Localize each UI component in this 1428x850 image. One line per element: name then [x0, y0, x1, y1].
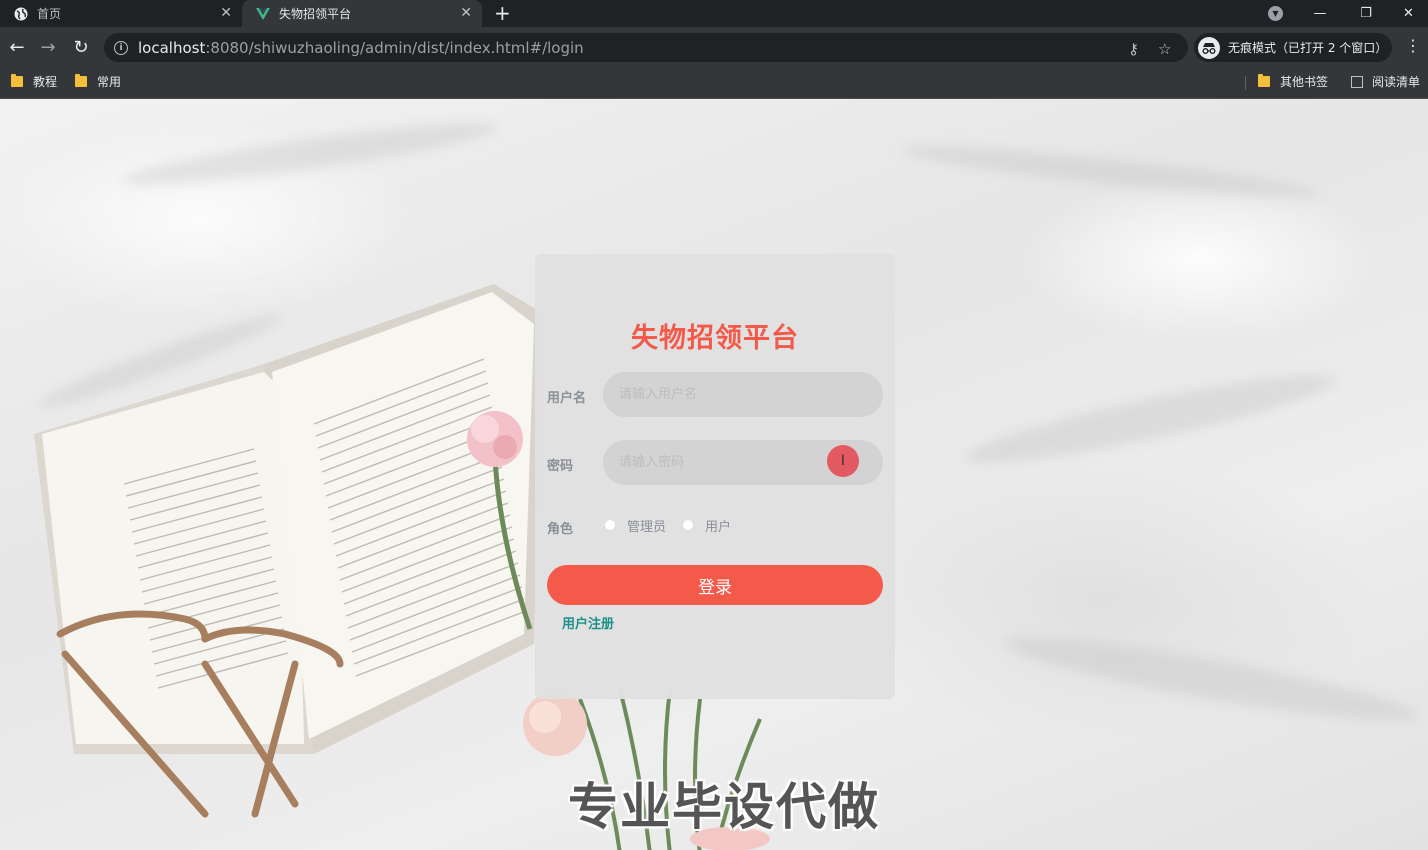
role-label: 角色: [547, 522, 574, 537]
username-input[interactable]: [603, 372, 883, 417]
reload-icon[interactable]: ↻: [69, 35, 93, 59]
login-title: 失物招领平台: [631, 323, 799, 354]
tab-home[interactable]: 首页 ✕: [0, 0, 242, 27]
reading-list[interactable]: 阅读清单: [1351, 73, 1420, 90]
bookmarks-bar: 教程 常用 其他书签 阅读清单: [0, 67, 1428, 99]
bookmark-folder-common[interactable]: 常用: [75, 73, 121, 90]
tab-active[interactable]: 失物招领平台 ✕: [242, 0, 482, 27]
sheet-fold: [899, 137, 1321, 207]
text-cursor-icon: I: [827, 445, 859, 477]
tab-search-icon[interactable]: ▼: [1268, 6, 1283, 21]
bookmark-label: 其他书签: [1280, 75, 1329, 89]
url-host: localhost: [138, 38, 206, 57]
folder-icon: [1258, 74, 1270, 87]
tab-title: 首页: [37, 7, 62, 21]
back-arrow-icon[interactable]: ←: [5, 35, 29, 59]
close-icon[interactable]: ✕: [460, 5, 472, 21]
star-icon[interactable]: ☆: [1158, 40, 1171, 58]
window-close-icon[interactable]: ✕: [1389, 0, 1428, 27]
role-user-label[interactable]: 用户: [705, 516, 731, 535]
incognito-label: 无痕模式（已打开 2 个窗口）: [1228, 41, 1388, 55]
login-card: 失物招领平台 用户名 密码 I 角色 管理员 用户 登录 用户注册: [535, 254, 895, 699]
folder-icon: [75, 74, 87, 87]
rose-flower-image: [467, 411, 533, 630]
tab-title: 失物招领平台: [279, 7, 352, 21]
bookmark-separator: [1245, 76, 1246, 90]
restore-icon[interactable]: ❐: [1343, 0, 1389, 27]
watermark-text: 专业毕设代做: [568, 778, 880, 836]
sheet-fold: [119, 112, 501, 196]
site-info-icon[interactable]: i: [114, 40, 128, 55]
vue-logo-icon: [256, 7, 270, 21]
address-bar[interactable]: i localhost:8080/shiwuzhaoling/admin/dis…: [104, 33, 1188, 62]
incognito-badge[interactable]: 无痕模式（已打开 2 个窗口）: [1194, 33, 1392, 62]
folder-icon: [11, 74, 23, 87]
browser-toolbar: ← → ↻ i localhost:8080/shiwuzhaoling/adm…: [0, 27, 1428, 67]
password-label: 密码: [547, 459, 574, 474]
login-page-background: 失物招领平台 用户名 密码 I 角色 管理员 用户 登录 用户注册 专业毕设代做: [0, 99, 1428, 850]
globe-icon: [14, 7, 28, 21]
role-admin-label[interactable]: 管理员: [627, 516, 666, 535]
bookmark-label: 阅读清单: [1372, 75, 1421, 89]
bookmark-folder-tutorial[interactable]: 教程: [11, 73, 57, 90]
bookmark-other[interactable]: 其他书签: [1258, 73, 1328, 90]
username-label: 用户名: [547, 391, 587, 406]
login-button[interactable]: 登录: [547, 565, 883, 605]
reading-list-icon: [1351, 75, 1363, 88]
register-link[interactable]: 用户注册: [562, 613, 614, 632]
url-path: :8080/shiwuzhaoling/admin/dist/index.htm…: [205, 38, 584, 57]
new-tab-plus-icon[interactable]: +: [494, 2, 511, 24]
incognito-icon: [1198, 36, 1220, 59]
minimize-icon[interactable]: —: [1297, 0, 1343, 27]
sheet-fold: [999, 622, 1421, 736]
sheet-fold: [959, 359, 1341, 479]
forward-arrow-icon[interactable]: →: [36, 35, 60, 59]
bookmark-label: 教程: [33, 75, 58, 89]
glasses-image: [56, 610, 344, 818]
close-icon[interactable]: ✕: [220, 5, 232, 21]
more-menu-icon[interactable]: ⋮: [1405, 36, 1421, 55]
bookmark-label: 常用: [97, 75, 122, 89]
key-icon[interactable]: ⚷: [1128, 40, 1139, 58]
tab-strip: 首页 ✕ 失物招领平台 ✕ + ▼ — ❐ ✕: [0, 0, 1428, 27]
role-admin-radio[interactable]: [604, 519, 616, 531]
role-user-radio[interactable]: [682, 519, 694, 531]
